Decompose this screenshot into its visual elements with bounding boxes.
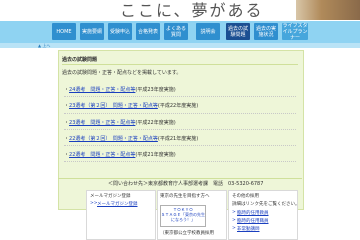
nav-application[interactable]: 受験申込 — [108, 23, 132, 40]
other-box-title: その他の採用 — [232, 194, 259, 199]
exam-link[interactable]: 22選考（第２回） 問題・正答・配点等 — [69, 136, 158, 142]
list-item: ・24選考 問題・正答・配点等(平成23年度実施) — [64, 87, 176, 93]
item-divider — [64, 161, 296, 162]
header-photo — [296, 0, 360, 20]
list-item: ・22選考（第２回） 問題・正答・配点等(平成21年度実施) — [64, 136, 199, 142]
tokyo-stage-banner[interactable]: ＴＯＫＹＯ ＳＴＡＧＥ「東京の先生になろう！」 — [160, 205, 206, 227]
item-divider — [64, 145, 296, 146]
exam-note: (平成23年度実施) — [135, 87, 176, 93]
arrow-icon: > — [232, 210, 236, 215]
tokyo-sub-text: （東京都公立学校教員採用 — [160, 231, 214, 236]
section-title: 過去の試験問題 — [62, 57, 98, 63]
exam-link[interactable]: 23選考 問題・正答・配点等 — [69, 120, 135, 126]
exam-link[interactable]: 23選考（第２回） 問題・正答・配点等 — [69, 103, 158, 109]
other-link-part-time[interactable]: 非常勤講師 — [237, 226, 260, 232]
contact-divider — [58, 178, 302, 179]
list-item: ・22選考 問題・正答・配点等(平成21年度実施) — [64, 152, 176, 158]
list-item: ・23選考（第２回） 問題・正答・配点等(平成22年度実施) — [64, 103, 199, 109]
nav-briefing[interactable]: 説明会 — [196, 23, 220, 40]
exam-link[interactable]: 22選考 問題・正答・配点等 — [69, 152, 135, 158]
nav-results[interactable]: 合格発表 — [136, 23, 160, 40]
mail-register-link[interactable]: メールマガジン登録 — [97, 201, 138, 207]
nav-faq[interactable]: よくある質問 — [164, 23, 188, 40]
nav-past-status[interactable]: 過去の実施状況 — [254, 23, 278, 40]
exam-link[interactable]: 24選考 問題・正答・配点等 — [69, 87, 135, 93]
section-divider — [62, 64, 298, 65]
nav-guidelines[interactable]: 実施要綱 — [80, 23, 104, 40]
list-item: ・23選考 問題・正答・配点等(平成22年度実施) — [64, 120, 176, 126]
arrow-icon: > — [232, 218, 236, 223]
page-top-link[interactable]: ▲ 上へ — [38, 43, 50, 48]
exam-note: (平成22年度実施) — [157, 103, 199, 109]
mail-box-title: メールマガジン登録 — [90, 194, 131, 199]
nav-lifestyle[interactable]: ライフスタイルプランナー — [282, 23, 308, 41]
arrow-icon: > — [232, 226, 236, 231]
tokyo-banner-line2: ＳＴＡＧＥ「東京の先生になろう！」 — [161, 212, 205, 222]
exam-note: (平成21年度実施) — [157, 136, 199, 142]
contact-info: ＜問い合わせ先＞東京都教育庁人事部選考課 電話 03-5320-6787 — [108, 181, 264, 187]
section-intro: 過去の試験問題・正答・配点などを掲載しています。 — [62, 70, 182, 76]
item-divider — [64, 96, 296, 97]
site-title: ここに、夢がある — [120, 1, 264, 20]
other-box-desc: 詳細はリンク先をご覧ください。 — [232, 202, 300, 207]
other-link-temp-teacher[interactable]: 臨時的任用教員 — [237, 210, 269, 216]
nav-past-exams[interactable]: 過去の試験問題 — [226, 23, 250, 40]
nav-home[interactable]: HOME — [52, 23, 76, 40]
item-divider — [64, 113, 296, 114]
tokyo-box-title: 東京の先生を目指す方へ — [160, 194, 210, 199]
breadcrumb-bar — [0, 43, 360, 48]
exam-note: (平成22年度実施) — [135, 120, 176, 126]
item-divider — [64, 129, 296, 130]
other-link-temp-staff[interactable]: 臨時的任用職員 — [237, 218, 269, 224]
exam-note: (平成21年度実施) — [135, 152, 176, 158]
